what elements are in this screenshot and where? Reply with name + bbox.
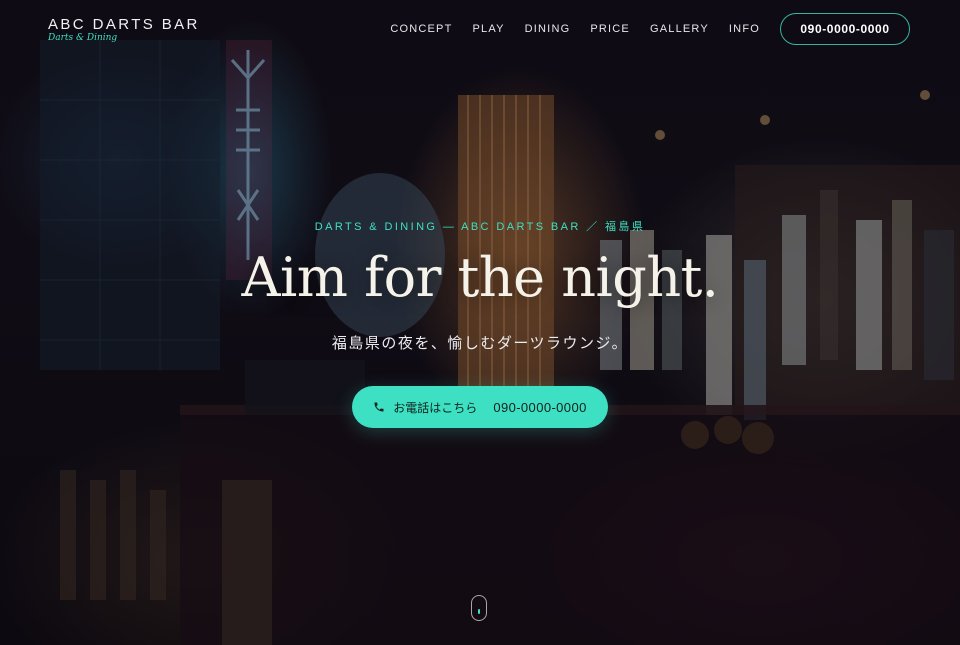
nav-item-info[interactable]: INFO xyxy=(729,23,760,35)
hero-headline: Aim for the night. xyxy=(241,246,719,309)
dark-overlay xyxy=(0,0,960,645)
nav-item-concept[interactable]: CONCEPT xyxy=(390,23,452,35)
nav-item-price[interactable]: PRICE xyxy=(590,23,630,35)
scroll-indicator-dot xyxy=(478,609,480,614)
hero-subline: 福島県の夜を、愉しむダーツラウンジ。 xyxy=(331,334,629,352)
main-nav: CONCEPT PLAY DINING PRICE GALLERY INFO xyxy=(390,23,760,35)
nav-item-gallery[interactable]: GALLERY xyxy=(650,23,709,35)
call-cta-button[interactable]: お電話はこちら 090-0000-0000 xyxy=(352,386,608,428)
hero-section: ABC DARTS BAR Darts & Dining CONCEPT PLA… xyxy=(0,0,960,645)
cta-phone-number: 090-0000-0000 xyxy=(493,399,587,415)
cta-label: お電話はこちら xyxy=(393,400,478,415)
phone-icon xyxy=(373,401,385,413)
nav-item-dining[interactable]: DINING xyxy=(525,23,571,35)
logo-title: ABC DARTS BAR xyxy=(48,16,200,33)
nav-item-play[interactable]: PLAY xyxy=(473,23,505,35)
hero-eyebrow: DARTS & DINING — ABC DARTS BAR ／ 福島県 xyxy=(314,221,646,233)
mouse-scroll-icon[interactable] xyxy=(471,595,487,621)
header-phone-button[interactable]: 090-0000-0000 xyxy=(780,13,910,45)
site-logo[interactable]: ABC DARTS BAR Darts & Dining xyxy=(48,16,200,43)
logo-tagline: Darts & Dining xyxy=(48,33,118,43)
